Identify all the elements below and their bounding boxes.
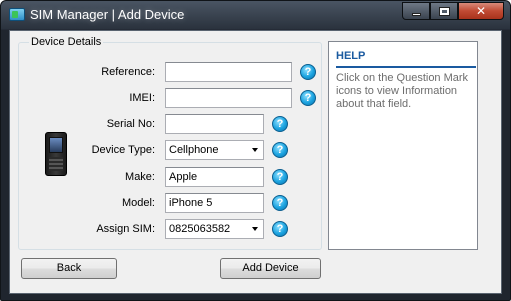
row-imei: IMEI: ? xyxy=(19,88,323,108)
reference-help-icon[interactable]: ? xyxy=(300,64,316,80)
reference-input[interactable] xyxy=(165,62,292,82)
row-assign-sim: Assign SIM: 0825063582 ? xyxy=(19,219,323,239)
make-label: Make: xyxy=(125,171,155,183)
assign-sim-label: Assign SIM: xyxy=(96,223,155,235)
model-input[interactable]: iPhone 5 xyxy=(165,193,264,213)
help-panel: HELP Click on the Question Mark icons to… xyxy=(328,41,478,250)
row-reference: Reference: ? xyxy=(19,62,323,82)
serial-input[interactable] xyxy=(165,114,264,134)
serial-label: Serial No: xyxy=(106,118,155,130)
close-icon: ✕ xyxy=(475,4,487,18)
caption-buttons: ✕ xyxy=(402,2,504,20)
device-type-select[interactable]: Cellphone xyxy=(165,140,264,160)
make-help-icon[interactable]: ? xyxy=(272,169,288,185)
device-type-label: Device Type: xyxy=(91,144,155,156)
minimize-button[interactable] xyxy=(402,2,430,20)
device-type-value: Cellphone xyxy=(169,144,219,156)
device-type-help-icon[interactable]: ? xyxy=(272,142,288,158)
back-button[interactable]: Back xyxy=(21,258,117,279)
add-device-button[interactable]: Add Device xyxy=(220,258,321,279)
row-model: Model: iPhone 5 ? xyxy=(19,193,323,213)
assign-sim-select[interactable]: 0825063582 xyxy=(165,219,264,239)
imei-input[interactable] xyxy=(165,88,292,108)
chevron-down-icon xyxy=(252,227,258,231)
title-bar[interactable]: SIM Manager | Add Device ✕ xyxy=(1,1,510,29)
assign-sim-value: 0825063582 xyxy=(169,223,231,235)
imei-help-icon[interactable]: ? xyxy=(300,90,316,106)
make-input[interactable]: Apple xyxy=(165,167,264,187)
maximize-button[interactable] xyxy=(430,2,458,20)
chevron-down-icon xyxy=(252,148,258,152)
serial-help-icon[interactable]: ? xyxy=(272,116,288,132)
device-details-group: Device Details Reference: ? IMEI: ? Seri… xyxy=(18,36,323,250)
model-help-icon[interactable]: ? xyxy=(272,195,288,211)
help-divider xyxy=(336,66,476,68)
assign-sim-help-icon[interactable]: ? xyxy=(272,221,288,237)
reference-label: Reference: xyxy=(101,66,155,78)
app-icon xyxy=(9,8,25,21)
help-text: Click on the Question Mark icons to view… xyxy=(336,72,469,110)
close-button[interactable]: ✕ xyxy=(458,2,504,20)
row-device-type: Device Type: Cellphone ? xyxy=(19,140,323,160)
client-area: Device Details Reference: ? IMEI: ? Seri… xyxy=(9,30,502,294)
minimize-icon xyxy=(411,12,421,16)
imei-label: IMEI: xyxy=(129,92,155,104)
maximize-icon xyxy=(438,6,450,16)
app-window: SIM Manager | Add Device ✕ Device Detail… xyxy=(0,0,511,301)
group-title: Device Details xyxy=(29,36,104,49)
row-make: Make: Apple ? xyxy=(19,167,323,187)
window-title: SIM Manager | Add Device xyxy=(30,7,185,22)
model-label: Model: xyxy=(121,197,155,209)
help-title: HELP xyxy=(336,50,366,62)
row-serial: Serial No: ? xyxy=(19,114,323,134)
